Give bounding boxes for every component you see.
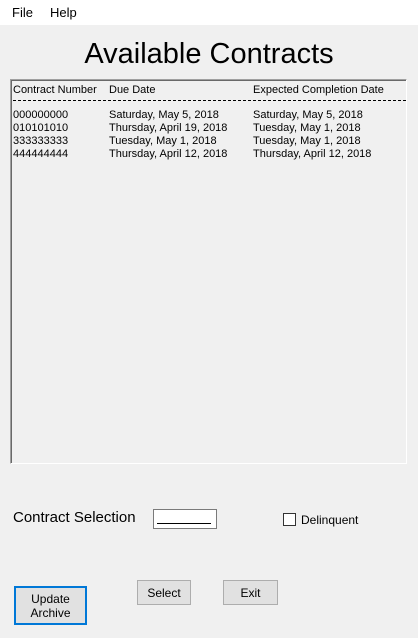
- expected-completion: Thursday, April 12, 2018: [253, 148, 372, 160]
- header-contract-number: Contract Number: [13, 84, 97, 96]
- list-item[interactable]: 000000000 Saturday, May 5, 2018 Saturday…: [11, 109, 406, 122]
- header-due-date: Due Date: [109, 84, 156, 96]
- update-archive-button[interactable]: Update Archive: [14, 586, 87, 625]
- list-item[interactable]: 444444444 Thursday, April 12, 2018 Thurs…: [11, 148, 406, 161]
- list-item[interactable]: 333333333 Tuesday, May 1, 2018 Tuesday, …: [11, 135, 406, 148]
- menu-file[interactable]: File: [12, 6, 33, 20]
- exit-button[interactable]: Exit: [223, 580, 278, 605]
- due-date: Thursday, April 12, 2018: [109, 148, 228, 160]
- expected-completion: Saturday, May 5, 2018: [253, 109, 363, 121]
- contract-number: 010101010: [13, 122, 69, 134]
- select-button[interactable]: Select: [137, 580, 191, 605]
- expected-completion: Tuesday, May 1, 2018: [253, 122, 361, 134]
- due-date: Tuesday, May 1, 2018: [109, 135, 217, 147]
- list-item[interactable]: 010101010 Thursday, April 19, 2018 Tuesd…: [11, 122, 406, 135]
- contract-selection-label: Contract Selection: [13, 509, 136, 526]
- due-date: Thursday, April 19, 2018: [109, 122, 228, 134]
- menu-help[interactable]: Help: [50, 6, 77, 20]
- page-title: Available Contracts: [84, 38, 334, 70]
- update-archive-label: Update Archive: [30, 591, 71, 620]
- contract-number: 333333333: [13, 135, 69, 147]
- due-date: Saturday, May 5, 2018: [109, 109, 219, 121]
- contract-selection-input[interactable]: [153, 509, 217, 529]
- expected-completion: Tuesday, May 1, 2018: [253, 135, 361, 147]
- contract-number: 000000000: [13, 109, 69, 121]
- contract-number: 444444444: [13, 148, 69, 160]
- delinquent-label: Delinquent: [301, 513, 359, 527]
- header-expected-completion: Expected Completion Date: [253, 84, 384, 96]
- header-divider: [13, 100, 406, 101]
- contracts-list[interactable]: Contract Number Due Date Expected Comple…: [10, 79, 407, 464]
- menu-bar: File Help: [0, 0, 418, 25]
- delinquent-checkbox[interactable]: [283, 513, 296, 526]
